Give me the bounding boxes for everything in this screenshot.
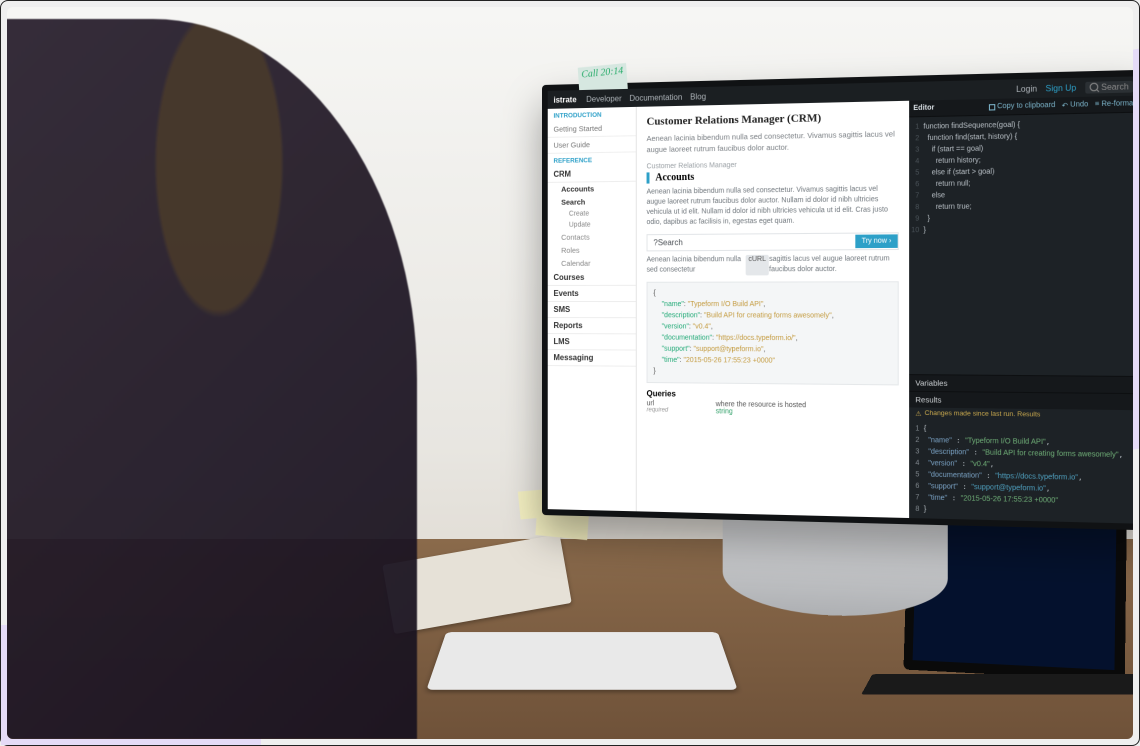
section-body: Aenean lacinia bibendum nulla sed consec… xyxy=(647,184,899,228)
editor-title: Editor xyxy=(913,104,934,112)
try-now-button[interactable]: Try now › xyxy=(855,234,897,248)
sidebar-sub-create[interactable]: Create xyxy=(548,208,636,220)
search-icon xyxy=(1089,83,1098,92)
results-output: 1 { 2 "name" : "Typeform I/O Build API",… xyxy=(909,420,1133,524)
person-silhouette xyxy=(7,19,417,739)
search-placeholder: Search xyxy=(1101,81,1129,91)
endpoint-label: ?Search xyxy=(648,234,856,251)
sidebar-sub-accounts[interactable]: Accounts xyxy=(548,182,636,196)
nav-documentation[interactable]: Documentation xyxy=(629,92,682,102)
sidebar-sub-update[interactable]: Update xyxy=(548,219,636,231)
sidebar-item-messaging[interactable]: Messaging xyxy=(548,350,636,367)
endpoint-row: ?Search Try now › xyxy=(647,232,899,251)
sidebar-item-lms[interactable]: LMS xyxy=(548,334,636,351)
page-title: Customer Relations Manager (CRM) xyxy=(647,109,899,129)
code-editor[interactable]: 12345678910 function findSequence(goal) … xyxy=(909,113,1133,376)
sidebar-item-reports[interactable]: Reports xyxy=(548,318,636,334)
scene-photo: import os, sys\nfor i in range(0, n):\n … xyxy=(7,7,1133,739)
sidebar-item-courses[interactable]: Courses xyxy=(548,270,636,286)
doc-pane: Customer Relations Manager (CRM) Aenean … xyxy=(637,101,909,518)
sidebar-sub-contacts[interactable]: Contacts xyxy=(548,230,636,244)
sidebar-sub-search[interactable]: Search xyxy=(548,195,636,209)
login-link[interactable]: Login xyxy=(1016,84,1037,94)
sidebar-item-crm[interactable]: CRM xyxy=(548,166,636,183)
query-row-url: urlrequired where the resource is hosted… xyxy=(647,398,899,420)
sidebar-sub-roles[interactable]: Roles xyxy=(548,243,636,257)
copy-icon xyxy=(989,104,995,110)
response-sample: { "name": "Typeform I/O Build API", "des… xyxy=(647,281,899,385)
sidebar-item-events[interactable]: Events xyxy=(548,286,636,302)
curl-pill: cURL xyxy=(745,255,769,276)
monitor: Call 20:14 istrate Developer Documentati… xyxy=(542,70,1133,531)
undo-button[interactable]: ↶ Undo xyxy=(1062,100,1089,109)
nav-blog[interactable]: Blog xyxy=(690,92,706,102)
brand: istrate xyxy=(553,95,576,105)
app-window: istrate Developer Documentation Blog Log… xyxy=(548,76,1133,523)
endpoint-desc: Aenean lacinia bibendum nulla sed consec… xyxy=(647,254,899,276)
sidebar: INTRODUCTION Getting Started User Guide … xyxy=(548,107,637,511)
reformat-button[interactable]: ≡ Re-format xyxy=(1095,100,1133,108)
signup-link[interactable]: Sign Up xyxy=(1046,83,1077,93)
sidebar-item-sms[interactable]: SMS xyxy=(548,302,636,318)
section-accounts: Accounts xyxy=(647,169,899,184)
sidebar-item-user-guide[interactable]: User Guide xyxy=(548,136,636,154)
sidebar-header-reference: REFERENCE xyxy=(548,152,636,167)
sidebar-sub-calendar[interactable]: Calendar xyxy=(548,257,636,270)
nav-developer[interactable]: Developer xyxy=(586,94,621,104)
copy-button[interactable]: Copy to clipboard xyxy=(989,102,1056,111)
search-input[interactable]: Search xyxy=(1085,80,1133,93)
editor-pane: Editor Copy to clipboard ↶ Undo ≡ Re-for… xyxy=(909,96,1133,524)
keyboard-prop xyxy=(426,632,737,690)
page-lede: Aenean lacinia bibendum nulla sed consec… xyxy=(647,128,899,155)
sidebar-item-getting-started[interactable]: Getting Started xyxy=(548,120,636,138)
